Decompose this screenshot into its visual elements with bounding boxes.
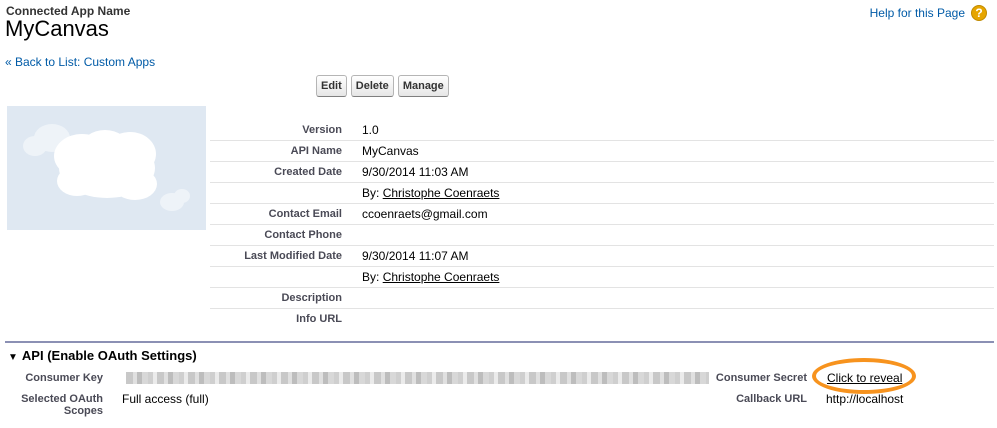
- oauth-scopes-label-line2: Scopes: [63, 405, 103, 417]
- last-modified-value: 9/30/2014 11:07 AM: [362, 249, 469, 263]
- modified-by-user-link[interactable]: Christophe Coenraets: [383, 270, 500, 284]
- help-link[interactable]: Help for this Page: [870, 6, 965, 20]
- edit-button[interactable]: Edit: [316, 75, 347, 97]
- detail-row-contact-email: Contact Email ccoenraets@gmail.com: [210, 204, 994, 225]
- api-oauth-section: ▼ API (Enable OAuth Settings): [5, 341, 994, 363]
- created-by-value: By: Christophe Coenraets: [362, 186, 499, 200]
- created-by-user-link[interactable]: Christophe Coenraets: [383, 186, 500, 200]
- contact-email-label: Contact Email: [268, 208, 342, 220]
- app-details-table: Version 1.0 API Name MyCanvas Created Da…: [210, 120, 994, 329]
- modified-by-value: By: Christophe Coenraets: [362, 270, 499, 284]
- detail-row-version: Version 1.0: [210, 120, 994, 141]
- callback-url-label: Callback URL: [736, 393, 807, 405]
- detail-row-api-name: API Name MyCanvas: [210, 141, 994, 162]
- detail-row-last-modified: Last Modified Date 9/30/2014 11:07 AM: [210, 246, 994, 267]
- created-date-value: 9/30/2014 11:03 AM: [362, 165, 469, 179]
- collapse-triangle-icon[interactable]: ▼: [8, 352, 18, 363]
- action-buttons: Edit Delete Manage: [316, 75, 449, 97]
- info-url-label: Info URL: [296, 313, 342, 325]
- api-name-label: API Name: [290, 145, 342, 157]
- help-icon[interactable]: ?: [971, 5, 987, 21]
- help-area: Help for this Page ?: [870, 5, 987, 21]
- oauth-scopes-label-line1: Selected OAuth: [21, 393, 103, 405]
- detail-row-modified-by: By: Christophe Coenraets: [210, 267, 994, 288]
- consumer-key-blurred-value: [126, 372, 709, 384]
- created-by-prefix: By:: [362, 186, 380, 200]
- detail-row-contact-phone: Contact Phone: [210, 225, 994, 246]
- oauth-scopes-label: Selected OAuth Scopes: [5, 393, 103, 417]
- page-title: MyCanvas: [5, 16, 109, 41]
- created-date-label: Created Date: [274, 166, 342, 178]
- detail-row-info-url: Info URL: [210, 309, 994, 329]
- api-section-header[interactable]: ▼ API (Enable OAuth Settings): [8, 348, 197, 363]
- callback-url-value: http://localhost: [826, 392, 904, 406]
- api-section-title: API (Enable OAuth Settings): [21, 348, 197, 363]
- version-value: 1.0: [362, 123, 379, 137]
- consumer-secret-label: Consumer Secret: [715, 372, 807, 384]
- back-to-list-link[interactable]: « Back to List: Custom Apps: [5, 55, 155, 69]
- detail-row-created-by: By: Christophe Coenraets: [210, 183, 994, 204]
- version-label: Version: [302, 124, 342, 136]
- app-logo: [7, 106, 206, 230]
- click-to-reveal-link[interactable]: Click to reveal: [827, 371, 902, 385]
- oauth-scopes-value: Full access (full): [122, 392, 209, 406]
- contact-email-value: ccoenraets@gmail.com: [362, 207, 488, 221]
- detail-row-created-date: Created Date 9/30/2014 11:03 AM: [210, 162, 994, 183]
- api-name-value: MyCanvas: [362, 144, 419, 158]
- cloud-logo-icon: [23, 124, 190, 211]
- contact-phone-label: Contact Phone: [264, 229, 342, 241]
- consumer-key-label: Consumer Key: [25, 372, 103, 384]
- delete-button[interactable]: Delete: [350, 75, 394, 97]
- manage-button[interactable]: Manage: [397, 75, 449, 97]
- last-modified-label: Last Modified Date: [244, 250, 342, 262]
- detail-row-description: Description: [210, 288, 994, 309]
- modified-by-prefix: By:: [362, 270, 380, 284]
- description-label: Description: [281, 292, 342, 304]
